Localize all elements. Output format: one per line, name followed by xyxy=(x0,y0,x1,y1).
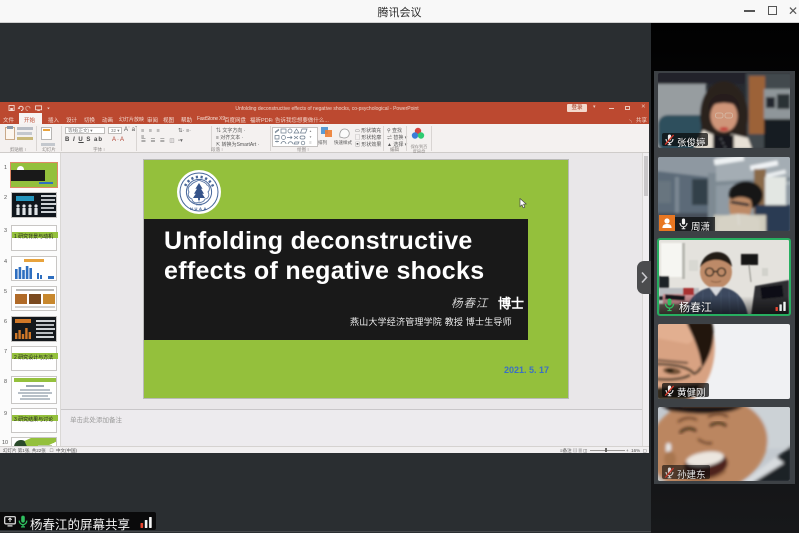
svg-text:▼: ▼ xyxy=(309,135,312,139)
svg-text:NUAA: NUAA xyxy=(190,206,208,211)
svg-text:☰: ☰ xyxy=(309,141,312,145)
svg-text:▲: ▲ xyxy=(309,129,312,133)
svg-text:1952: 1952 xyxy=(196,202,202,206)
